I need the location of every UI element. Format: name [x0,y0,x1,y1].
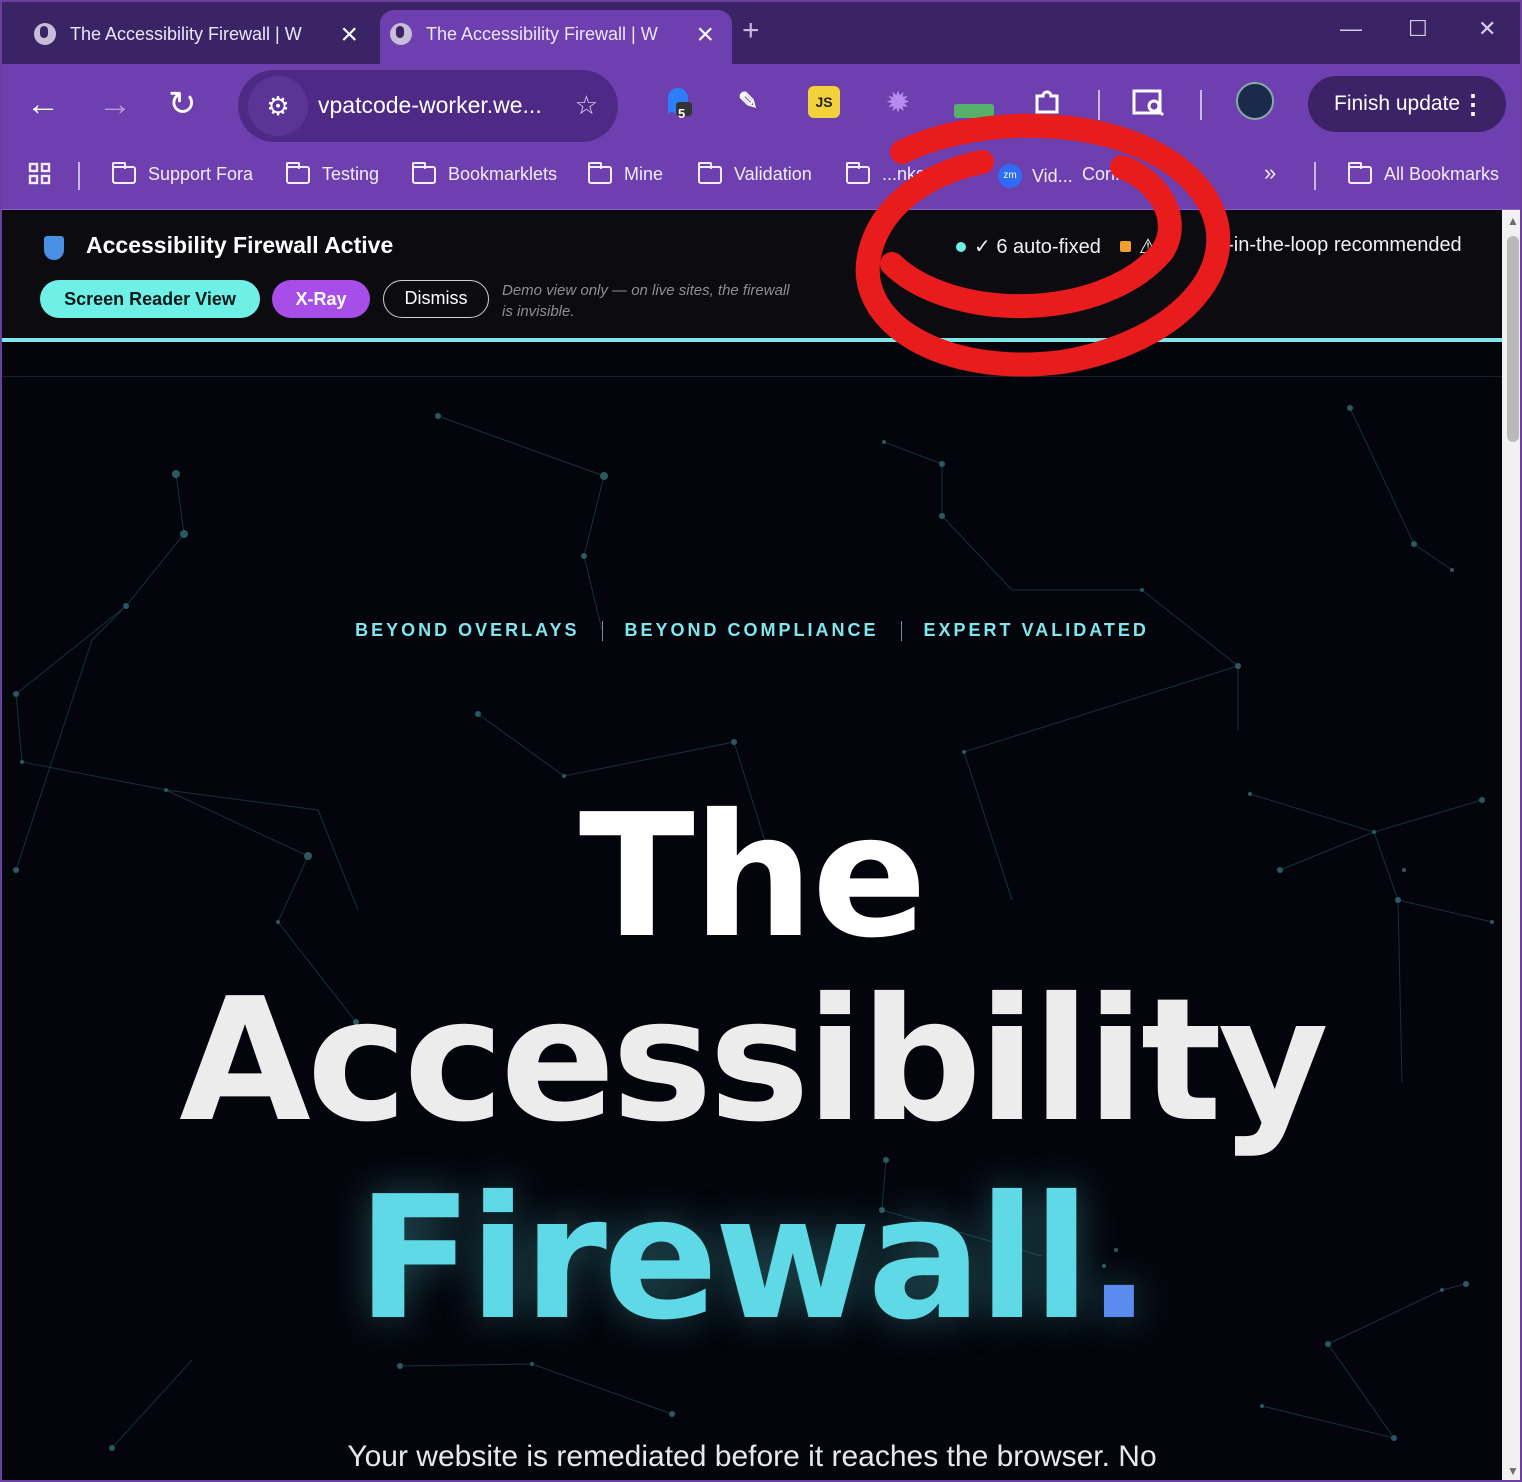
minimize-icon[interactable]: — [1340,16,1362,42]
dismiss-button[interactable]: Dismiss [383,280,489,318]
back-button[interactable]: ← [26,84,60,124]
bookmark-validation[interactable]: Validation [698,161,812,185]
url-text[interactable]: vpatcode-worker.we... [318,92,542,119]
bookmarks-overflow-icon[interactable]: » [1264,160,1276,186]
shield-icon [44,236,64,260]
tab-title: The Accessibility Firewall | W [70,24,302,44]
ruler-extension-icon[interactable] [954,104,994,118]
tab-title: The Accessibility Firewall | W [426,24,658,44]
divider [2,376,1502,377]
site-settings-icon[interactable]: ⚙ [248,76,308,136]
folder-icon [1348,161,1372,184]
finish-update-label: Finish update [1334,92,1461,115]
warning-square-icon [1120,241,1131,252]
bookmarks-bar: Support Fora Testing Bookmarklets Mine V… [2,148,1520,210]
eyedropper-icon[interactable]: ✎ [732,86,764,118]
folder-icon [412,161,436,184]
browser-toolbar: ← → ↻ ⚙ vpatcode-worker.we... ☆ 5 ✎ JS ✹… [2,64,1520,148]
browser-window: The Accessibility Firewall | W × The Acc… [0,0,1522,1482]
status-warning: ⚠ ( [1120,234,1169,259]
tab-active[interactable]: The Accessibility Firewall | W × [380,10,732,64]
finish-update-button[interactable]: Finish update ⋮ [1308,76,1506,132]
hero-subhead: Your website is remediated before it rea… [347,1440,1157,1473]
hero-title-firewall: Firewall. [356,1160,1151,1358]
new-tab-button[interactable]: + [742,14,760,48]
forward-button[interactable]: → [98,84,132,124]
extension-badge: 5 [678,106,686,121]
web-page: Accessibility Firewall Active Screen Rea… [2,210,1502,1480]
tagline-overlays: BEYOND OVERLAYS [355,620,580,640]
xray-button[interactable]: X-Ray [272,280,370,318]
apps-grid-icon[interactable] [28,162,52,186]
status-human-in-loop: n-in-the-loop recommended [1216,234,1462,256]
scroll-down-icon[interactable]: ▼ [1507,1464,1519,1478]
bookmark-links[interactable]: ...nks [846,161,925,185]
address-bar[interactable]: ⚙ vpatcode-worker.we... ☆ [238,70,618,142]
folder-icon [846,161,870,184]
menu-dots-icon[interactable]: ⋮ [1460,76,1486,132]
folder-icon [112,161,136,184]
tab-close-icon[interactable]: × [340,18,358,52]
screen-reader-view-button[interactable]: Screen Reader View [40,280,260,318]
bookmark-divider [1314,162,1316,190]
firewall-title: Accessibility Firewall Active [86,232,394,258]
reload-button[interactable]: ↻ [168,84,197,124]
js-extension-icon[interactable]: JS [808,86,840,118]
bookmark-zoom-video[interactable]: zm Vid... [998,164,1073,188]
maximize-icon[interactable]: ☐ [1408,16,1428,42]
hero-title-the: The [578,778,927,976]
tab-close-icon[interactable]: × [696,18,714,52]
hero-taglines: BEYOND OVERLAYS BEYOND COMPLIANCE EXPERT V… [2,620,1502,642]
scroll-up-icon[interactable]: ▲ [1507,214,1519,228]
bookmark-mine[interactable]: Mine [588,161,663,185]
bookmark-star-icon[interactable]: ☆ [575,90,598,121]
tagline-divider [900,621,902,642]
folder-icon [698,161,722,184]
folder-icon [286,161,310,184]
bookmark-divider [78,162,80,190]
globe-icon [34,23,56,45]
toolbar-divider [1098,90,1100,120]
tab-strip: The Accessibility Firewall | W × The Acc… [2,2,1520,64]
bookmark-conference[interactable]: Confer... [1082,164,1150,185]
profile-avatar[interactable] [1236,82,1274,120]
all-bookmarks[interactable]: All Bookmarks [1348,161,1499,185]
tab-inactive[interactable]: The Accessibility Firewall | W × [24,10,376,64]
extensions-puzzle-icon[interactable] [1032,86,1064,118]
demo-note: Demo view only — on live sites, the fire… [502,282,790,320]
bookmark-support-fora[interactable]: Support Fora [112,161,253,185]
status-auto-fixed: ✓ 6 auto-fixed [956,234,1101,259]
bookmark-testing[interactable]: Testing [286,161,379,185]
globe-icon [390,23,412,45]
page-scrollbar[interactable]: ▲ ▼ [1502,210,1520,1480]
folder-icon [588,161,612,184]
close-window-icon[interactable]: ✕ [1478,16,1496,42]
fixed-dot-icon [956,241,966,252]
firewall-status-bar: Accessibility Firewall Active Screen Rea… [2,210,1502,342]
gear-extension-icon[interactable]: ✹ [882,86,914,118]
zoom-icon: zm [998,164,1022,188]
bookmark-bookmarklets[interactable]: Bookmarklets [412,161,557,185]
toolbar-divider [1200,90,1202,120]
tagline-compliance: BEYOND COMPLIANCE [624,620,879,640]
tagline-divider [601,621,603,642]
scroll-thumb[interactable] [1507,236,1519,442]
search-tab-icon[interactable] [1132,86,1165,118]
hero-title-accessibility: Accessibility [179,962,1329,1160]
tagline-validated: EXPERT VALIDATED [923,620,1149,640]
